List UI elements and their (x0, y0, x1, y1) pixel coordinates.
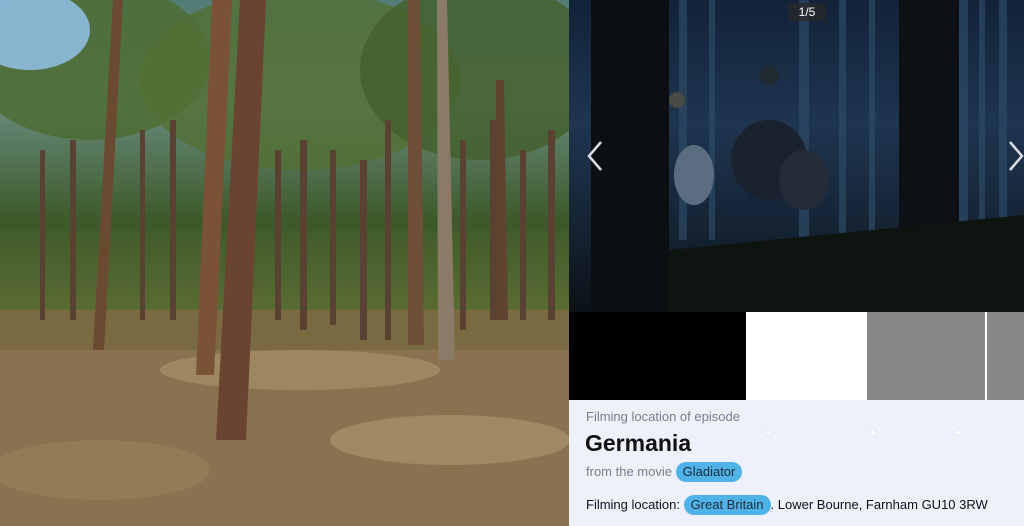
filming-location-label: Filming location: (586, 497, 680, 512)
country-tag[interactable]: Great Britain (683, 495, 771, 515)
forest-photo (0, 0, 569, 526)
chevron-left-icon (587, 141, 602, 171)
watermark-logo: ✦ (764, 428, 774, 439)
image-gallery: 1/5 (569, 0, 1024, 312)
address-text: . Lower Bourne, Farnham GU10 3RW (770, 497, 988, 512)
chevron-right-icon (1009, 141, 1024, 171)
episode-info: ✦ ✦ ✦ Filming location of episode German… (569, 400, 1024, 526)
watermark-logo: ✦ (869, 428, 879, 439)
movie-prefix: from the movie (586, 464, 672, 479)
thumbnail-strip (569, 312, 1024, 400)
thumbnail-1[interactable] (569, 312, 746, 400)
watermark-logo: ✦ (954, 428, 964, 439)
thumbnail-2[interactable] (748, 312, 865, 400)
location-panel: 1/5 ✦ ✦ ✦ Filming location of episode Ge… (569, 0, 1024, 526)
location-title: Germania (585, 430, 692, 456)
image-counter: 1/5 (788, 3, 826, 21)
previous-image-button[interactable] (581, 138, 609, 174)
episode-label: Filming location of episode (586, 409, 740, 424)
movie-tag[interactable]: Gladiator (675, 462, 743, 482)
filming-location-line: Filming location: Great Britain. Lower B… (586, 494, 988, 516)
next-image-button[interactable] (1007, 138, 1024, 174)
movie-line: from the movie Gladiator (586, 462, 743, 482)
thumbnail-4[interactable] (987, 312, 1024, 400)
thumbnail-3[interactable] (867, 312, 985, 400)
